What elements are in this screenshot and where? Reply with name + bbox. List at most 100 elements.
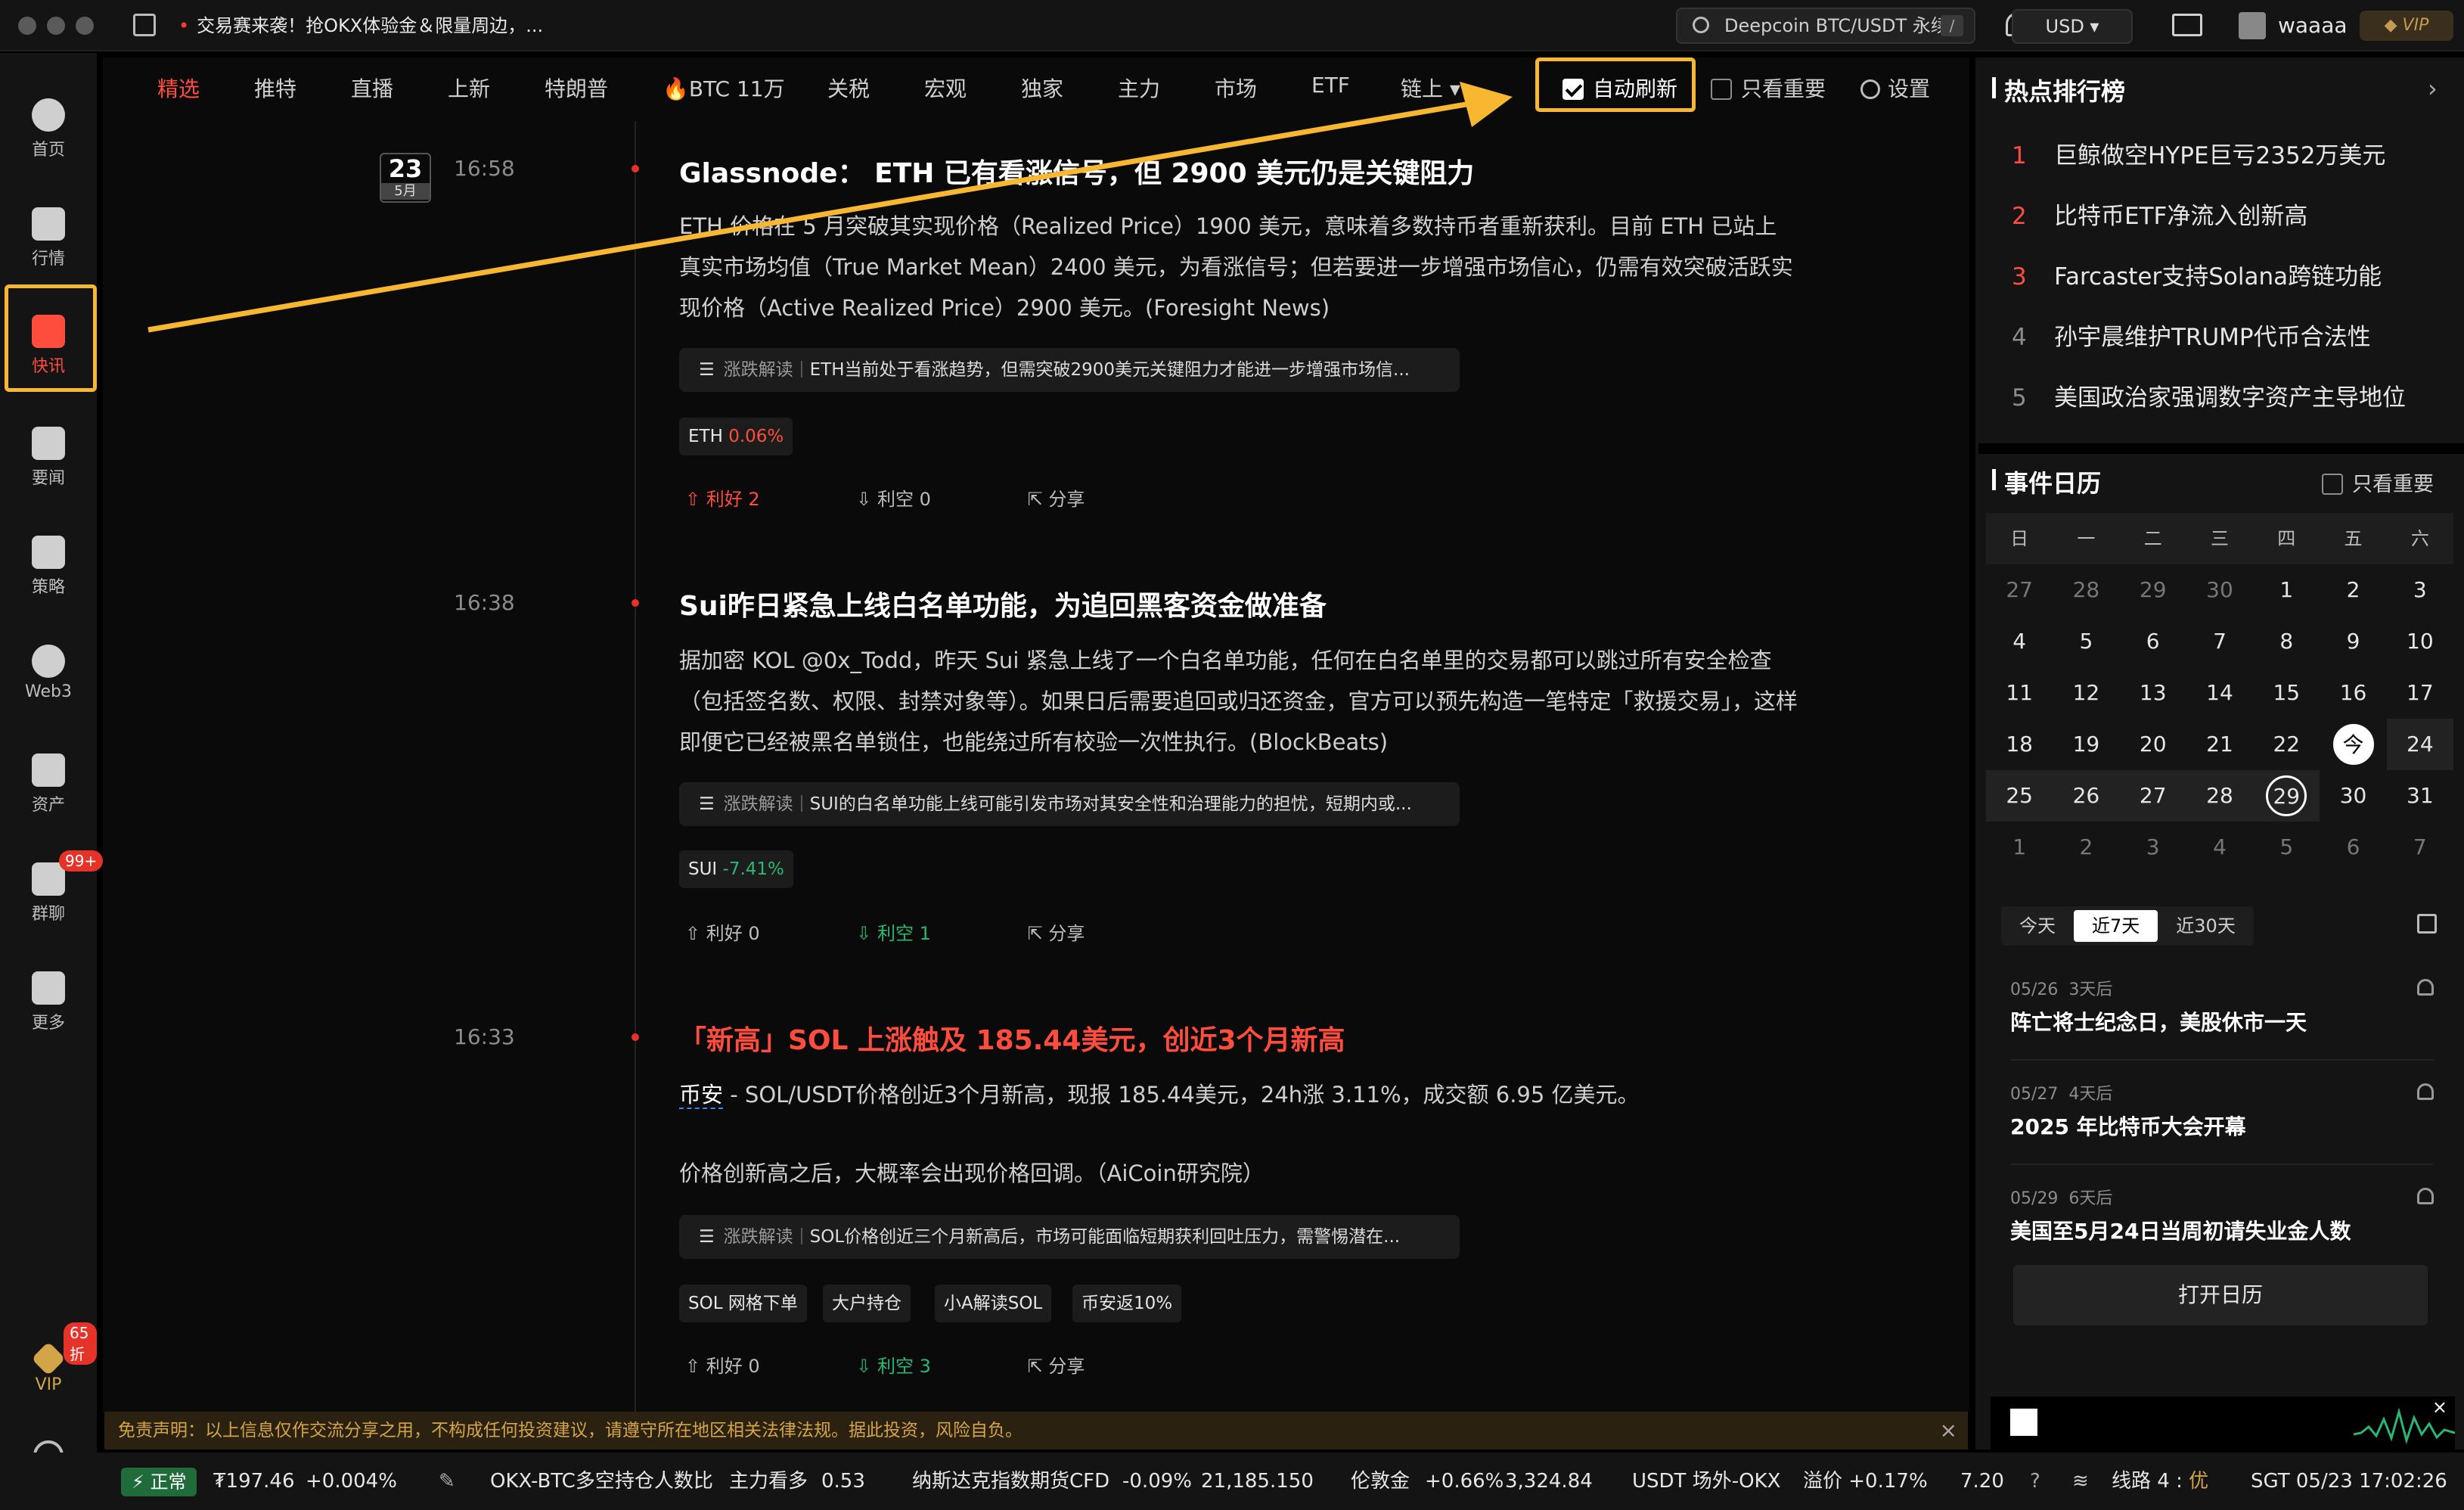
calendar-day[interactable]: 14: [2186, 667, 2253, 719]
connection-status-badge: ⚡ 正常: [121, 1468, 197, 1496]
close-icon[interactable]: ×: [2432, 1397, 2447, 1418]
hot-item[interactable]: 3 Farcaster支持Solana跨链功能: [2012, 257, 2382, 291]
calendar-day[interactable]: 19: [2053, 719, 2119, 770]
hot-text: 巨鲸做空HYPE巨亏2352万美元: [2054, 142, 2386, 169]
calendar-day[interactable]: 5: [2253, 822, 2320, 873]
calendar-day[interactable]: 1: [1986, 822, 2053, 873]
bell-icon[interactable]: [2417, 1188, 2434, 1204]
hot-text: 孙宇晨维护TRUMP代币合法性: [2054, 324, 2371, 351]
calendar-event[interactable]: 05/26 3天后 阵亡将士纪念日，美股休市一天: [2010, 976, 2434, 1061]
calendar-day[interactable]: 4: [2186, 822, 2253, 873]
app-logo-icon: [2010, 1409, 2037, 1436]
bell-icon[interactable]: [2417, 1083, 2434, 1100]
calendar-day[interactable]: 27: [2119, 770, 2186, 822]
panel-divider: [1978, 443, 2464, 454]
ticker-change: +0.66%: [1425, 1470, 1504, 1493]
today-marker: 今: [2332, 724, 2374, 765]
calendar-day[interactable]: 5: [2053, 616, 2119, 667]
calendar-day[interactable]: 16: [2320, 667, 2386, 719]
event-date: 05/26: [2010, 980, 2059, 999]
calendar-day[interactable]: 9: [2320, 616, 2386, 667]
period-tab-30days[interactable]: 近30天: [2158, 906, 2254, 946]
calendar-day[interactable]: 7: [2186, 616, 2253, 667]
calendar-day[interactable]: 8: [2253, 616, 2320, 667]
calendar-day[interactable]: 21: [2186, 719, 2253, 770]
calendar-day[interactable]: 28: [2053, 564, 2119, 616]
calendar-week: 4 5 6 7 8 9 10: [1986, 616, 2453, 667]
calendar-day[interactable]: 26: [2053, 770, 2120, 822]
calendar-day[interactable]: 13: [2120, 667, 2186, 719]
weekday: 日: [1986, 513, 2053, 564]
edit-icon[interactable]: ✎: [439, 1453, 455, 1510]
weekday: 五: [2320, 513, 2387, 564]
calendar-day[interactable]: 28: [2186, 770, 2254, 822]
hot-item[interactable]: 5 美国政治家强调数字资产主导地位: [2012, 378, 2406, 412]
calendar-day[interactable]: 15: [2253, 667, 2320, 719]
disclaimer-bar: 免责声明：以上信息仅作交流分享之用，不构成任何投资建议，请遵守所在地区相关法律法…: [104, 1412, 1968, 1449]
calendar-day[interactable]: 4: [1986, 616, 2053, 667]
calendar-week: 11 12 13 14 15 16 17: [1986, 667, 2453, 719]
ticker-name[interactable]: 伦敦金: [1351, 1453, 1410, 1510]
hot-item[interactable]: 2 比特币ETF净流入创新高: [2012, 197, 2307, 231]
calendar-day[interactable]: 1: [2253, 564, 2320, 616]
hot-item[interactable]: 1 巨鲸做空HYPE巨亏2352万美元: [2012, 136, 2385, 170]
hot-text: 美国政治家强调数字资产主导地位: [2054, 384, 2406, 412]
help-icon[interactable]: ?: [2030, 1453, 2040, 1510]
chevron-right-icon[interactable]: ›: [2428, 74, 2438, 103]
calendar-day[interactable]: 2: [2320, 564, 2386, 616]
calendar-day[interactable]: 11: [1986, 667, 2053, 719]
calendar-day[interactable]: 3: [2120, 822, 2186, 873]
calendar-day[interactable]: 22: [2253, 719, 2320, 770]
calendar-week: 18 19 20 21 22 今 24: [1986, 719, 2453, 770]
external-link-icon[interactable]: [2417, 914, 2437, 934]
ticker-name[interactable]: 纳斯达克指数期货CFD: [912, 1453, 1109, 1510]
calendar-day[interactable]: 12: [2053, 667, 2119, 719]
calendar-week: 1234567: [1986, 822, 2453, 873]
event-relative-time: 3天后: [2068, 980, 2113, 999]
calendar-day[interactable]: 27: [1986, 564, 2053, 616]
calendar-day[interactable]: 2: [2053, 822, 2119, 873]
event-date: 05/27: [2010, 1085, 2059, 1104]
weekday: 四: [2253, 513, 2320, 564]
weekday: 六: [2386, 513, 2453, 564]
calendar-day[interactable]: 18: [1986, 719, 2053, 770]
calendar-day[interactable]: 31: [2387, 770, 2453, 822]
ticker-change: -0.09%: [1122, 1470, 1192, 1493]
open-calendar-button[interactable]: 打开日历: [2013, 1265, 2428, 1325]
calendar-day-selected[interactable]: 29: [2253, 770, 2320, 822]
calendar-day[interactable]: 25: [1986, 770, 2053, 822]
ticker-value: 0.53: [821, 1470, 865, 1493]
calendar-day[interactable]: 6: [2120, 616, 2186, 667]
event-title: 阵亡将士纪念日，美股休市一天: [2010, 1010, 2307, 1035]
calendar-day[interactable]: 7: [2387, 822, 2453, 873]
period-tab-7days[interactable]: 近7天: [2074, 910, 2158, 942]
calendar-day[interactable]: 30: [2186, 564, 2253, 616]
calendar-day[interactable]: 29: [2120, 564, 2186, 616]
calendar-important-checkbox[interactable]: 只看重要: [2322, 468, 2434, 497]
calendar-event[interactable]: 05/29 6天后 美国至5月24日当周初请失业金人数: [2010, 1185, 2434, 1250]
calendar-event[interactable]: 05/27 4天后 2025 年比特币大会开幕: [2010, 1080, 2434, 1165]
ticker-name[interactable]: OKX-BTC多空持仓人数比: [490, 1453, 713, 1510]
calendar-day[interactable]: 24: [2386, 719, 2453, 770]
hot-rank: 3: [2012, 263, 2027, 291]
calendar-important-label: 只看重要: [2352, 473, 2434, 496]
close-icon[interactable]: ×: [1940, 1412, 1957, 1449]
line-quality: 优: [2189, 1470, 2209, 1493]
bell-icon[interactable]: [2417, 979, 2434, 996]
period-tab-today[interactable]: 今天: [2001, 906, 2074, 946]
status-bar: ⚡ 正常 ₮197.46 +0.004% ✎ OKX-BTC多空持仓人数比 主力…: [0, 1453, 2464, 1510]
calendar-day[interactable]: 10: [2387, 616, 2453, 667]
calendar-day[interactable]: 6: [2320, 822, 2386, 873]
status-clock: SGT 05/23 17:02:26: [2251, 1470, 2447, 1493]
event-title: 2025 年比特币大会开幕: [2010, 1114, 2246, 1139]
ticker-name[interactable]: USDT 场外-OKX: [1632, 1453, 1780, 1510]
calendar-day[interactable]: 17: [2387, 667, 2453, 719]
calendar-day[interactable]: 3: [2387, 564, 2453, 616]
calendar-day[interactable]: 20: [2120, 719, 2186, 770]
line-status[interactable]: 线路 4 : 优: [2112, 1453, 2208, 1510]
hot-item[interactable]: 4 孙宇晨维护TRUMP代币合法性: [2012, 318, 2371, 352]
connection-status: 正常: [150, 1471, 187, 1493]
calendar-day-today[interactable]: 今: [2320, 719, 2386, 770]
calendar-day[interactable]: 30: [2320, 770, 2386, 822]
arrow-head: [1460, 82, 1513, 127]
